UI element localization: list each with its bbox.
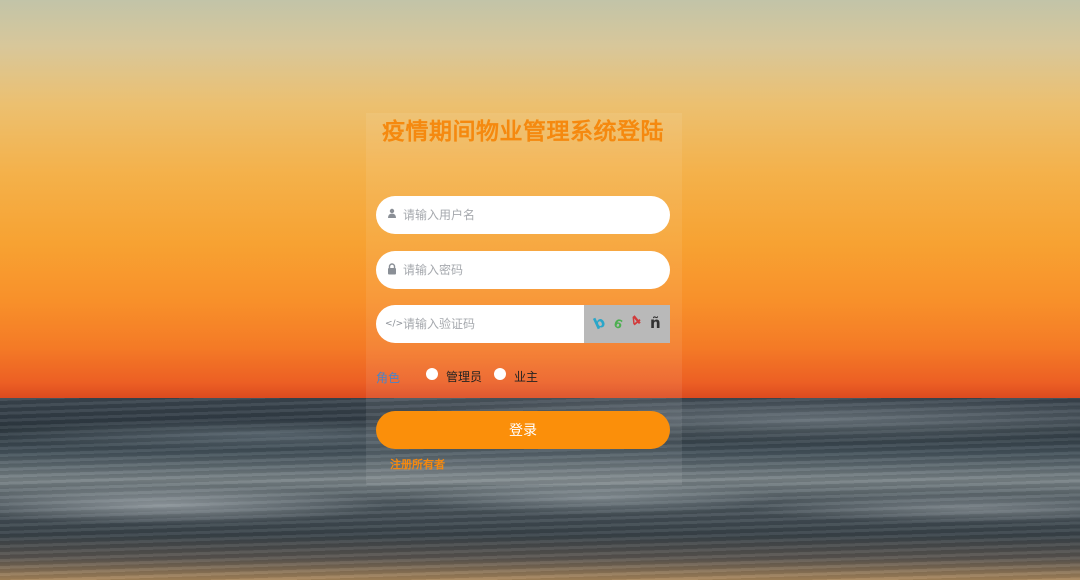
captcha-char: b: [590, 312, 609, 334]
captcha-char: 4: [628, 312, 645, 331]
captcha-input[interactable]: [403, 305, 573, 343]
radio-owner[interactable]: [494, 368, 506, 380]
role-label: 角色: [376, 371, 401, 385]
captcha-image[interactable]: b 6 4 ñ: [584, 305, 670, 343]
radio-admin-label[interactable]: 管理员: [446, 368, 482, 385]
username-field[interactable]: [376, 196, 670, 234]
role-selector: 角色 管理员 业主: [376, 366, 670, 386]
password-input[interactable]: [403, 251, 603, 289]
username-input[interactable]: [403, 196, 603, 234]
radio-admin[interactable]: [426, 368, 438, 380]
user-icon: [385, 208, 399, 222]
lock-icon: [385, 263, 399, 277]
captcha-char: ñ: [650, 314, 661, 332]
login-button[interactable]: 登录: [376, 411, 670, 449]
register-owner-link[interactable]: 注册所有者: [390, 456, 445, 472]
code-icon: </>: [385, 319, 404, 329]
page-title: 疫情期间物业管理系统登陆: [382, 119, 664, 145]
captcha-char: 6: [611, 315, 625, 333]
radio-owner-label[interactable]: 业主: [514, 368, 538, 385]
captcha-field[interactable]: </> b 6 4 ñ: [376, 305, 670, 343]
password-field[interactable]: [376, 251, 670, 289]
